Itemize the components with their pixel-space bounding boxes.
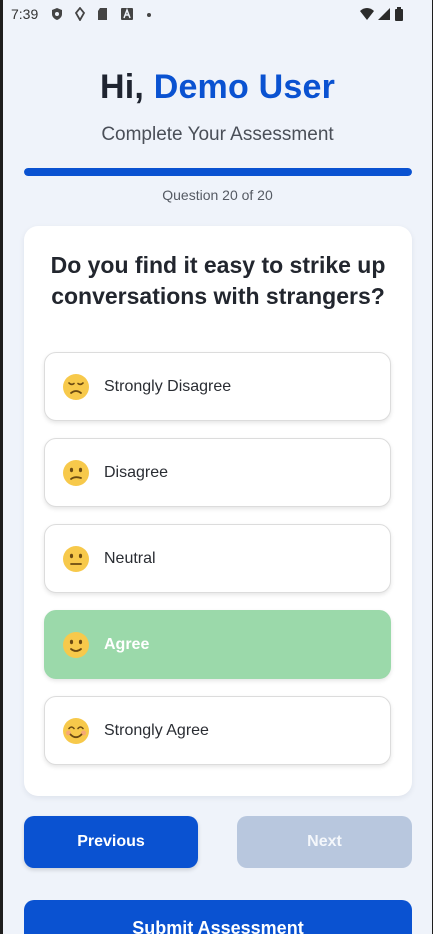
neutral-face-icon [63, 545, 89, 572]
option-label: Disagree [104, 463, 169, 481]
option-neutral[interactable]: Neutral [44, 524, 391, 593]
confused-face-icon [63, 459, 89, 486]
battery-icon [395, 7, 403, 21]
disappointed-face-icon [63, 373, 89, 400]
question-text: Do you find it easy to strike up convers… [50, 252, 386, 309]
progress-bar [24, 168, 412, 176]
app-screen: 7:39 Hi, Demo User Complete Your Assessm… [3, 0, 432, 934]
previous-button[interactable]: Previous [24, 816, 198, 868]
option-agree[interactable]: Agree [44, 610, 391, 679]
option-label: Agree [104, 635, 150, 653]
notification-dot-icon [147, 13, 151, 17]
question-counter: Question 20 of 20 [162, 187, 273, 203]
status-time: 7:39 [11, 6, 39, 22]
cell-signal-icon [378, 8, 390, 20]
option-label: Neutral [104, 549, 156, 567]
option-strongly-agree[interactable]: Strongly Agree [44, 696, 391, 765]
slightly-smiling-face-icon [63, 631, 89, 658]
option-label: Strongly Agree [104, 721, 209, 739]
next-button[interactable]: Next [237, 816, 412, 868]
data-saver-icon [74, 7, 86, 21]
user-name: Demo User [153, 68, 336, 106]
greeting-prefix: Hi, [99, 68, 145, 106]
greeting-heading: Hi, Demo User [3, 68, 432, 107]
progress-bar-fill [24, 168, 412, 176]
font-icon [121, 7, 133, 20]
shield-icon [52, 8, 62, 20]
wifi-icon [360, 8, 374, 20]
page-subtitle: Complete Your Assessment [101, 124, 334, 145]
option-strongly-disagree[interactable]: Strongly Disagree [44, 352, 391, 421]
sd-card-icon [98, 8, 107, 20]
submit-assessment-button[interactable]: Submit Assessment [24, 900, 412, 934]
option-disagree[interactable]: Disagree [44, 438, 391, 507]
status-bar: 7:39 [3, 0, 432, 30]
option-label: Strongly Disagree [104, 377, 232, 395]
smiling-face-icon [63, 717, 89, 744]
question-card: Do you find it easy to strike up convers… [24, 226, 412, 796]
